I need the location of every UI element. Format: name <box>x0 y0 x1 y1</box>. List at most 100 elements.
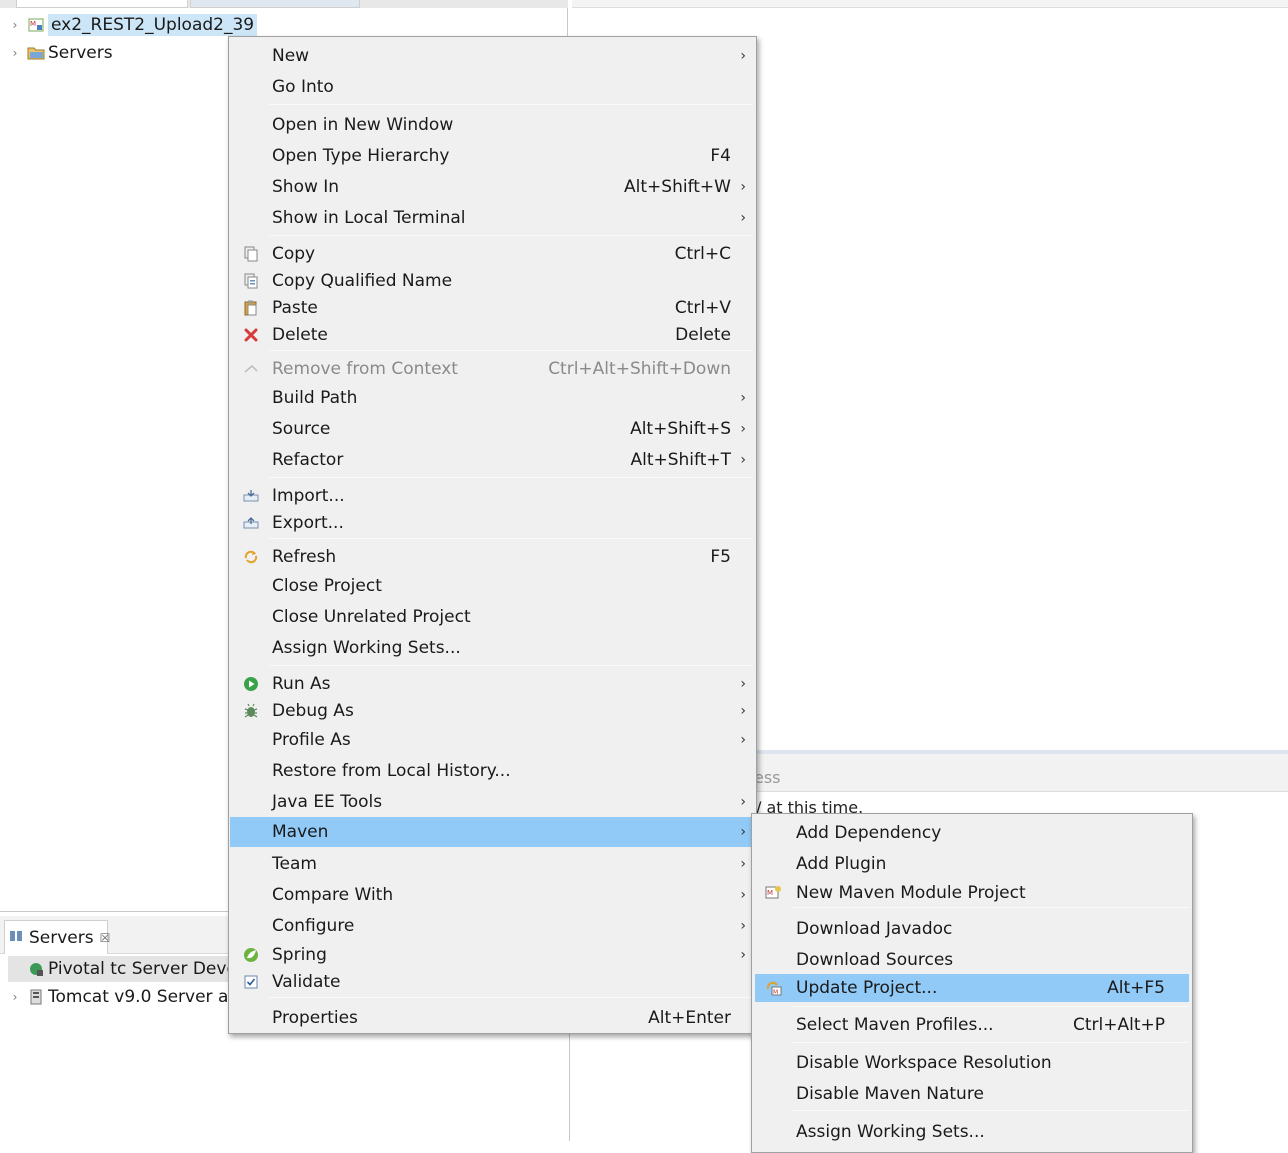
menu-item-new[interactable]: New › <box>230 41 755 71</box>
menu-item-show-in[interactable]: Show In Alt+Shift+W › <box>230 172 755 202</box>
submenu-arrow-icon: › <box>740 390 746 406</box>
tomcat-server-icon <box>26 989 46 1005</box>
servers-view-icon <box>9 928 25 948</box>
tree-item-label: Servers <box>48 43 113 63</box>
pivotal-server-icon <box>26 961 46 977</box>
submenu-arrow-icon: › <box>740 452 746 468</box>
submenu-arrow-icon: › <box>740 856 746 872</box>
menu-item-delete[interactable]: Delete Delete <box>230 320 755 350</box>
folder-icon <box>26 46 46 60</box>
submenu-arrow-icon: › <box>740 824 746 840</box>
maven-update-icon: M <box>765 979 783 997</box>
menu-item-show-in-local-terminal[interactable]: Show in Local Terminal › <box>230 203 755 233</box>
run-icon <box>242 675 260 693</box>
menu-item-build-path[interactable]: Build Path › <box>230 383 755 413</box>
menu-item-open-type-hierarchy[interactable]: Open Type Hierarchy F4 <box>230 141 755 171</box>
submenu-arrow-icon: › <box>740 703 746 719</box>
server-label: Tomcat v9.0 Server at <box>48 987 236 1007</box>
menu-item-copy-qualified-name[interactable]: Copy Qualified Name <box>230 266 755 296</box>
maven-project-icon: M <box>26 17 46 33</box>
menu-item-restore-from-local-history[interactable]: Restore from Local History... <box>230 756 755 786</box>
editor-area-header <box>572 0 1288 8</box>
submenu-arrow-icon: › <box>740 732 746 748</box>
server-label: Pivotal tc Server Deve <box>48 959 237 979</box>
remove-context-icon <box>242 360 260 378</box>
svg-text:M: M <box>773 989 778 996</box>
menu-item-close-project[interactable]: Close Project <box>230 571 755 601</box>
close-icon[interactable]: ☒ <box>100 931 111 945</box>
debug-icon <box>242 702 260 720</box>
menu-item-debug-as[interactable]: Debug As › <box>230 696 755 726</box>
copy-icon <box>242 245 260 263</box>
tab-servers[interactable]: Servers ☒ <box>4 920 111 954</box>
submenu-item-new-maven-module-project[interactable]: M New Maven Module Project <box>753 878 1191 908</box>
menu-item-export[interactable]: Export... <box>230 508 755 538</box>
expand-arrow-icon[interactable]: › <box>8 990 22 1004</box>
submenu-item-disable-workspace-resolution[interactable]: Disable Workspace Resolution <box>753 1048 1191 1078</box>
menu-item-properties[interactable]: Properties Alt+Enter <box>230 1003 755 1033</box>
spring-icon <box>242 946 260 964</box>
menu-separator <box>269 997 753 998</box>
menu-item-import[interactable]: Import... <box>230 481 755 511</box>
menu-separator <box>269 665 753 666</box>
server-row-pivotal[interactable]: Pivotal tc Server Deve <box>8 956 238 982</box>
menu-item-close-unrelated-project[interactable]: Close Unrelated Project <box>230 602 755 632</box>
tab-package-explorer[interactable] <box>16 0 188 8</box>
maven-module-icon: M <box>765 884 783 902</box>
submenu-arrow-icon: › <box>740 179 746 195</box>
tree-item-project[interactable]: › M ex2_REST2_Upload2_39 <box>8 12 258 38</box>
menu-item-profile-as[interactable]: Profile As › <box>230 725 755 755</box>
maven-submenu: Add Dependency Add Plugin M New Maven Mo… <box>751 813 1193 1153</box>
menu-separator <box>792 1110 1189 1111</box>
expand-arrow-icon[interactable]: › <box>8 46 22 60</box>
menu-item-assign-working-sets[interactable]: Assign Working Sets... <box>230 633 755 663</box>
submenu-arrow-icon: › <box>740 887 746 903</box>
servers-tab-label: Servers <box>29 927 94 948</box>
submenu-arrow-icon: › <box>740 421 746 437</box>
menu-separator <box>269 104 753 105</box>
submenu-item-download-sources[interactable]: Download Sources <box>753 945 1191 975</box>
menu-item-go-into[interactable]: Go Into <box>230 72 755 102</box>
delete-icon <box>242 326 260 344</box>
export-icon <box>242 514 260 532</box>
menu-separator <box>269 477 753 478</box>
submenu-item-download-javadoc[interactable]: Download Javadoc <box>753 914 1191 944</box>
menu-item-validate[interactable]: Validate <box>230 967 755 997</box>
submenu-arrow-icon: › <box>740 794 746 810</box>
menu-item-spring[interactable]: Spring › <box>230 940 755 970</box>
submenu-item-add-dependency[interactable]: Add Dependency <box>753 818 1191 848</box>
submenu-item-assign-working-sets[interactable]: Assign Working Sets... <box>753 1117 1191 1147</box>
menu-separator <box>792 907 1189 908</box>
validate-checkbox-icon <box>242 973 260 991</box>
tab-type-hierarchy[interactable] <box>190 0 360 8</box>
import-icon <box>242 487 260 505</box>
menu-item-refactor[interactable]: Refactor Alt+Shift+T › <box>230 445 755 475</box>
menu-item-source[interactable]: Source Alt+Shift+S › <box>230 414 755 444</box>
server-row-tomcat[interactable]: › Tomcat v9.0 Server at <box>8 984 235 1010</box>
menu-separator <box>792 1042 1189 1043</box>
menu-item-configure[interactable]: Configure › <box>230 911 755 941</box>
submenu-arrow-icon: › <box>740 918 746 934</box>
menu-item-copy[interactable]: Copy Ctrl+C <box>230 239 755 269</box>
paste-icon <box>242 299 260 317</box>
menu-item-team[interactable]: Team › <box>230 849 755 879</box>
menu-item-run-as[interactable]: Run As › <box>230 669 755 699</box>
problems-tab-label[interactable]: ess <box>754 768 781 787</box>
tree-item-label: ex2_REST2_Upload2_39 <box>48 14 258 36</box>
submenu-arrow-icon: › <box>740 676 746 692</box>
submenu-item-select-maven-profiles[interactable]: Select Maven Profiles... Ctrl+Alt+P <box>753 1010 1191 1040</box>
menu-item-refresh[interactable]: Refresh F5 <box>230 542 755 572</box>
menu-item-open-in-new-window[interactable]: Open in New Window <box>230 110 755 140</box>
svg-text:M: M <box>767 889 773 897</box>
tree-item-servers[interactable]: › Servers <box>8 40 113 66</box>
menu-separator <box>792 1006 1189 1007</box>
menu-item-paste[interactable]: Paste Ctrl+V <box>230 293 755 323</box>
menu-item-compare-with[interactable]: Compare With › <box>230 880 755 910</box>
package-explorer-tabbar <box>0 0 568 8</box>
expand-arrow-icon[interactable]: › <box>8 18 22 32</box>
menu-item-maven[interactable]: Maven › <box>230 817 755 847</box>
menu-item-java-ee-tools[interactable]: Java EE Tools › <box>230 787 755 817</box>
submenu-item-update-project[interactable]: M Update Project... Alt+F5 <box>755 974 1189 1002</box>
submenu-item-add-plugin[interactable]: Add Plugin <box>753 849 1191 879</box>
submenu-item-disable-maven-nature[interactable]: Disable Maven Nature <box>753 1079 1191 1109</box>
